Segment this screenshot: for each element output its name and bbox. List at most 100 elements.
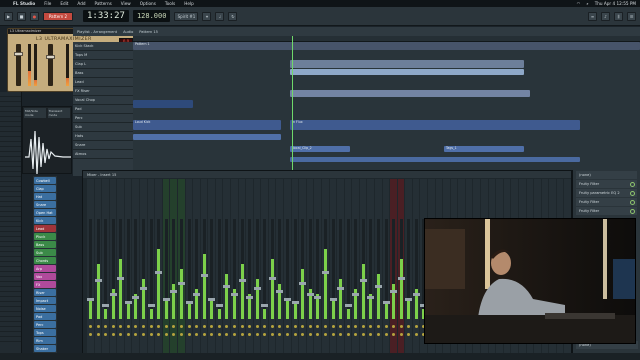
mixer-strip[interactable] xyxy=(147,179,155,359)
transient-tab[interactable]: Transient mode xyxy=(47,108,70,118)
mixer-strip[interactable] xyxy=(321,179,329,359)
mixer-strip[interactable] xyxy=(109,179,117,359)
route-knob[interactable] xyxy=(195,325,199,328)
track-header[interactable]: Atmos xyxy=(73,150,133,159)
snap-icon[interactable]: ⌖ xyxy=(202,11,212,21)
record-button[interactable]: ● xyxy=(30,11,39,21)
browser-icon[interactable]: ☰ xyxy=(627,11,636,21)
strip-fader[interactable] xyxy=(367,295,375,299)
pan-knob[interactable] xyxy=(119,333,123,336)
mixer-strip[interactable] xyxy=(246,179,254,359)
mixer-strip[interactable] xyxy=(268,179,276,359)
ceiling-knob[interactable] xyxy=(46,55,55,60)
strip-fader[interactable] xyxy=(321,271,329,275)
pan-knob[interactable] xyxy=(126,333,130,336)
playlist-clip[interactable] xyxy=(290,69,370,75)
pan-knob[interactable] xyxy=(263,333,267,336)
mixer-strip[interactable] xyxy=(102,179,110,359)
channel-button[interactable]: Lead xyxy=(34,225,56,232)
threshold-knob[interactable] xyxy=(14,52,23,57)
strip-fader[interactable] xyxy=(390,290,398,294)
pan-knob[interactable] xyxy=(195,333,199,336)
browser-panel[interactable] xyxy=(0,92,22,360)
pan-knob[interactable] xyxy=(240,333,244,336)
route-knob[interactable] xyxy=(286,325,290,328)
channel-button[interactable]: Noise xyxy=(34,305,56,312)
pan-knob[interactable] xyxy=(392,333,396,336)
mixer-strip[interactable] xyxy=(87,179,94,359)
pan-knob[interactable] xyxy=(331,333,335,336)
menu-file[interactable]: File xyxy=(44,1,51,6)
mixer-strip[interactable] xyxy=(177,179,185,359)
browser-row[interactable] xyxy=(0,337,21,342)
pan-knob[interactable] xyxy=(225,333,229,336)
track-header[interactable]: Sub xyxy=(73,123,133,132)
search-icon[interactable]: ⌕ xyxy=(586,1,588,6)
mixer-strip[interactable] xyxy=(170,179,178,359)
route-knob[interactable] xyxy=(232,325,236,328)
playlist-clip[interactable] xyxy=(367,69,447,75)
playlist-clip[interactable]: Pattern 1 xyxy=(133,42,640,50)
strip-fader[interactable] xyxy=(261,303,269,307)
menu-add[interactable]: Add xyxy=(77,1,85,6)
channel-button[interactable]: Clap xyxy=(34,185,56,192)
channel-button[interactable]: Cowbell xyxy=(34,177,56,184)
effect-slot[interactable]: Fruity Filter xyxy=(576,198,637,206)
track-header[interactable]: Perc xyxy=(73,114,133,123)
pan-knob[interactable] xyxy=(399,333,403,336)
track-header[interactable]: Kick Stack xyxy=(73,42,133,51)
pan-knob[interactable] xyxy=(210,333,214,336)
pan-knob[interactable] xyxy=(232,333,236,336)
strip-fader[interactable] xyxy=(374,284,382,288)
channel-button[interactable]: Pluck xyxy=(34,233,56,240)
mixer-strip[interactable] xyxy=(382,179,390,359)
strip-fader[interactable] xyxy=(412,292,420,296)
effect-slot[interactable]: Fruity Filter xyxy=(576,180,637,188)
strip-fader[interactable] xyxy=(117,276,125,280)
route-knob[interactable] xyxy=(179,325,183,328)
mixer-strip[interactable] xyxy=(223,179,231,359)
strip-fader[interactable] xyxy=(155,271,163,275)
channel-button[interactable]: Hat xyxy=(34,193,56,200)
route-knob[interactable] xyxy=(301,325,305,328)
pan-knob[interactable] xyxy=(111,333,115,336)
channel-button[interactable]: Shaker xyxy=(34,345,56,352)
pan-knob[interactable] xyxy=(286,333,290,336)
mixer-strip[interactable] xyxy=(329,179,337,359)
stop-button[interactable]: ■ xyxy=(17,11,26,21)
route-knob[interactable] xyxy=(149,325,153,328)
pan-knob[interactable] xyxy=(164,333,168,336)
strip-fader[interactable] xyxy=(147,303,155,307)
playlist-clip[interactable]: In Flux xyxy=(290,120,580,130)
mixer-strip[interactable] xyxy=(94,179,102,359)
playlist-clip[interactable]: Loud Kick xyxy=(133,120,281,130)
pan-knob[interactable] xyxy=(134,333,138,336)
mixer-strip[interactable] xyxy=(185,179,193,359)
mixer-strip[interactable] xyxy=(359,179,367,359)
mid-side-tab[interactable]: Mid/Side mode xyxy=(24,108,46,118)
track-header[interactable]: Clap L xyxy=(73,60,133,69)
mixer-strip[interactable] xyxy=(337,179,345,359)
channel-button[interactable]: FX xyxy=(34,281,56,288)
mixer-strip[interactable] xyxy=(208,179,216,359)
playlist-clip[interactable] xyxy=(367,60,447,68)
playlist-clip[interactable] xyxy=(133,134,281,140)
playlist-clip[interactable]: Tags_1 xyxy=(444,146,524,152)
strip-fader[interactable] xyxy=(185,300,193,304)
mixer-strip[interactable] xyxy=(367,179,375,359)
mixer-strip[interactable] xyxy=(314,179,322,359)
strip-fader[interactable] xyxy=(284,298,292,302)
mixer-strip[interactable] xyxy=(215,179,223,359)
route-knob[interactable] xyxy=(134,325,138,328)
mixer-strip[interactable] xyxy=(253,179,261,359)
playhead[interactable] xyxy=(292,36,293,176)
channel-button[interactable]: Riser xyxy=(34,289,56,296)
route-knob[interactable] xyxy=(225,325,229,328)
mixer-strip[interactable] xyxy=(238,179,246,359)
strip-fader[interactable] xyxy=(230,292,238,296)
pan-knob[interactable] xyxy=(376,333,380,336)
route-knob[interactable] xyxy=(407,325,411,328)
pan-knob[interactable] xyxy=(217,333,221,336)
route-knob[interactable] xyxy=(164,325,168,328)
channel-button[interactable]: Perc xyxy=(34,321,56,328)
